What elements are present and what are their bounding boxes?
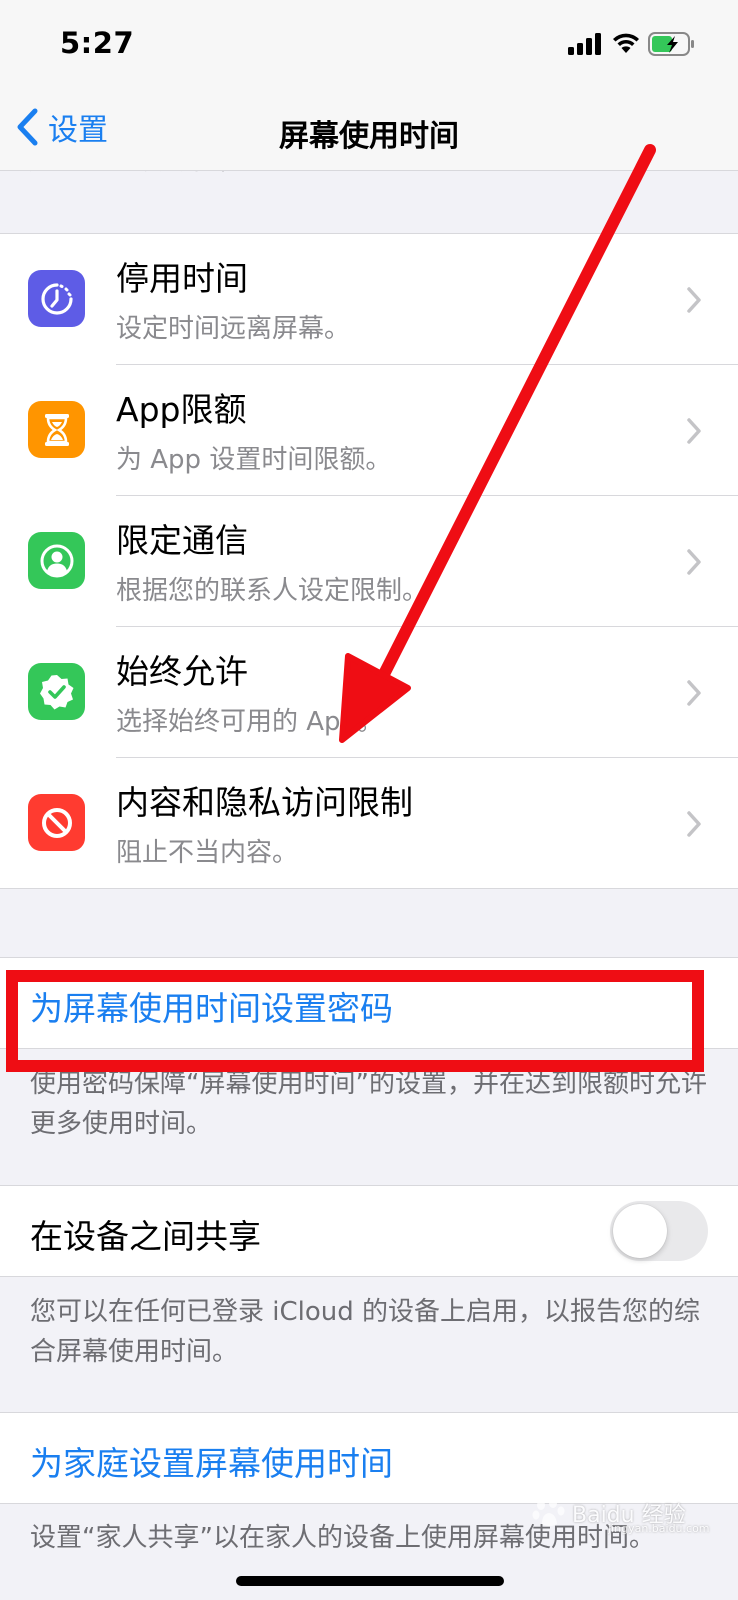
battery-icon [648,32,694,56]
share-footnote: 您可以在任何已登录 iCloud 的设备上启用，以报告您的综合屏幕使用时间。 [30,1297,701,1367]
menu-item-title: 停用时间 [116,259,248,298]
person-circle-icon [28,532,85,589]
menu-item-always-allowed[interactable]: 始终允许 选择始终可用的 App。 [0,627,738,758]
menu-item-app-limits[interactable]: App限额 为 App 设置时间限额。 [0,365,738,496]
menu-item-title: App限额 [116,390,247,429]
toggle-knob [613,1204,667,1258]
screen-time-options-group: 停用时间 设定时间远离屏幕。 App限额 为 App 设置时间限额。 限定通信 … [0,233,738,889]
chevron-right-icon [687,680,701,706]
menu-item-communication-limits[interactable]: 限定通信 根据您的联系人设定限制。 [0,496,738,627]
chevron-right-icon [687,287,701,313]
chevron-right-icon [687,549,701,575]
passcode-footnote: 使用密码保障“屏幕使用时间”的设置，并在达到限额时允许更多使用时间。 [30,1069,707,1139]
checkmark-seal-icon [28,663,85,720]
annotation-highlight-box [6,970,704,1072]
page-title: 屏幕使用时间 [279,119,459,154]
menu-item-title: 限定通信 [116,521,248,560]
menu-item-downtime[interactable]: 停用时间 设定时间远离屏幕。 [0,234,738,365]
menu-item-subtitle: 设定时间远离屏幕。 [116,314,351,344]
menu-item-content-privacy-restrictions[interactable]: 内容和隐私访问限制 阻止不当内容。 [0,758,738,889]
menu-item-title: 始终允许 [116,652,248,691]
wifi-icon [613,33,639,53]
navigation-bar: 设置 屏幕使用时间 [0,95,738,171]
downtime-icon [28,270,85,327]
home-indicator[interactable] [236,1576,504,1586]
menu-item-subtitle: 根据您的联系人设定限制。 [116,576,429,606]
menu-item-title: 内容和隐私访问限制 [116,783,413,822]
status-time: 5:27 [60,26,135,60]
block-icon [28,794,85,851]
family-screen-time-link[interactable]: 为家庭设置屏幕使用时间 [30,1437,393,1485]
chevron-right-icon [687,811,701,837]
menu-item-subtitle: 阻止不当内容。 [116,838,299,868]
menu-item-subtitle: 选择始终可用的 App。 [116,707,384,737]
share-across-devices-row: 在设备之间共享 [0,1185,738,1277]
menu-item-subtitle: 为 App 设置时间限额。 [116,445,392,475]
chevron-right-icon [687,418,701,444]
share-across-devices-toggle[interactable] [610,1201,708,1261]
cellular-signal-icon [568,33,601,55]
baidu-watermark: Baidu 经验 jingyan.baidu.com [532,1478,722,1548]
hourglass-icon [28,401,85,458]
status-bar: 5:27 [0,0,738,95]
paw-logo-icon [532,1498,565,1526]
share-across-devices-label: 在设备之间共享 [30,1217,261,1256]
watermark-subtext: jingyan.baidu.com [608,1522,710,1535]
